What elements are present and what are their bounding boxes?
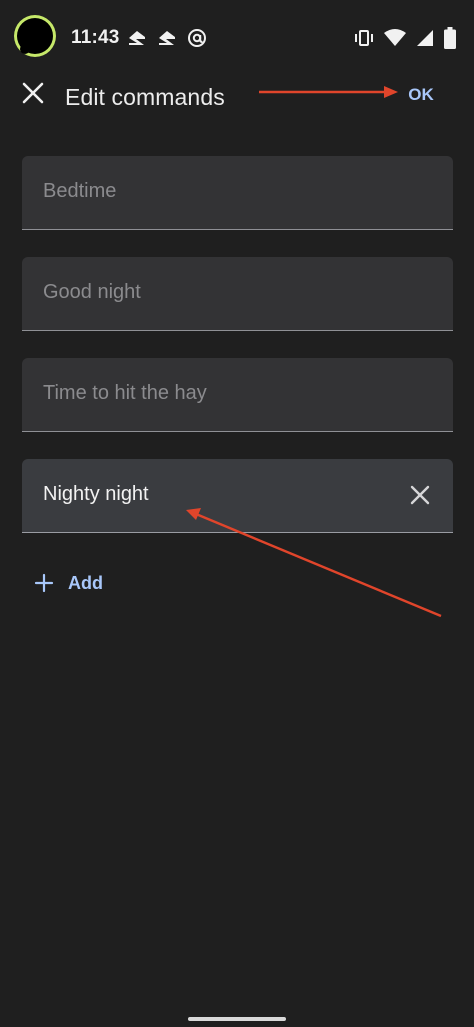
command-field-4[interactable]: Nighty night <box>22 459 453 533</box>
clear-icon[interactable] <box>407 482 433 508</box>
battery-icon <box>444 27 456 49</box>
command-text: Time to hit the hay <box>43 382 207 404</box>
add-label: Add <box>68 572 103 593</box>
command-field-3[interactable]: Time to hit the hay <box>22 358 453 432</box>
add-button[interactable]: Add <box>34 568 103 598</box>
command-field-2[interactable]: Good night <box>22 257 453 331</box>
vibrate-icon <box>355 30 373 46</box>
command-text: Good night <box>43 281 141 303</box>
status-bar: 11:43 <box>0 0 474 76</box>
status-time: 11:43 <box>71 27 120 48</box>
ok-button[interactable]: OK <box>396 80 446 110</box>
activity-ring-icon <box>14 15 56 57</box>
command-field-1[interactable]: Bedtime <box>22 156 453 230</box>
page-title: Edit commands <box>65 84 225 110</box>
command-text: Nighty night <box>43 483 149 505</box>
gesture-bar[interactable] <box>188 1017 286 1021</box>
command-text: Bedtime <box>43 180 117 202</box>
plus-icon <box>34 573 54 593</box>
system-icons <box>354 26 456 50</box>
annotation-arrow-to-ok <box>259 86 398 98</box>
wifi-icon <box>384 29 406 46</box>
zillow-icon <box>129 31 145 45</box>
at-icon <box>188 29 206 47</box>
zillow-icon <box>159 31 175 45</box>
close-icon[interactable] <box>18 78 48 108</box>
signal-icon <box>417 30 433 46</box>
